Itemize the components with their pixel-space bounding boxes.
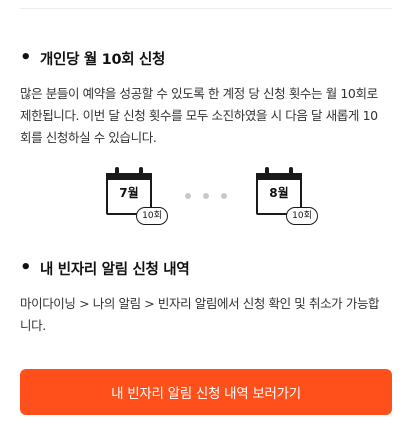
calendar-ring [265,167,269,177]
dot-icon [185,193,191,199]
alert-history-description: 마이다이닝 > 나의 알림 > 빈자리 알림에서 신청 확인 및 취소가 가능합… [20,296,380,333]
calendar-header-bar [256,173,302,180]
view-alert-history-button[interactable]: 내 빈자리 알림 신청 내역 보러가기 [20,369,392,415]
calendar-ring [115,167,119,177]
calendar-month-label: 7월 [119,186,139,200]
calendar-illustration: 7월 10회 8월 10회 [0,165,412,235]
calendar-header-bar [106,173,152,180]
calendar-august-icon: 8월 10회 [256,165,318,225]
top-divider [20,8,392,9]
calendar-month-label: 8월 [269,186,289,200]
bullet-icon: • [20,256,32,278]
calendar-count-badge: 10회 [136,207,168,225]
alert-history-title: 내 빈자리 알림 신청 내역 [40,262,190,278]
monthly-limit-heading: • 개인당 월 10회 신청 [20,48,392,69]
calendar-ring [139,167,143,177]
bullet-icon: • [20,46,32,68]
monthly-limit-title: 개인당 월 10회 신청 [40,52,166,68]
monthly-limit-description: 많은 분들이 예약을 성공할 수 있도록 한 계정 당 신청 횟수는 월 10회… [20,86,378,145]
calendar-count-badge: 10회 [286,207,318,225]
alert-history-heading: • 내 빈자리 알림 신청 내역 [20,258,392,279]
monthly-limit-section: • 개인당 월 10회 신청 많은 분들이 예약을 성공할 수 있도록 한 계정… [20,48,392,149]
calendar-ring [289,167,293,177]
alert-history-section: • 내 빈자리 알림 신청 내역 마이다이닝 > 나의 알림 > 빈자리 알림에… [20,258,392,337]
dot-icon [203,193,209,199]
dot-icon [221,193,227,199]
calendar-july-icon: 7월 10회 [106,165,168,225]
page: • 개인당 월 10회 신청 많은 분들이 예약을 성공할 수 있도록 한 계정… [0,0,412,437]
